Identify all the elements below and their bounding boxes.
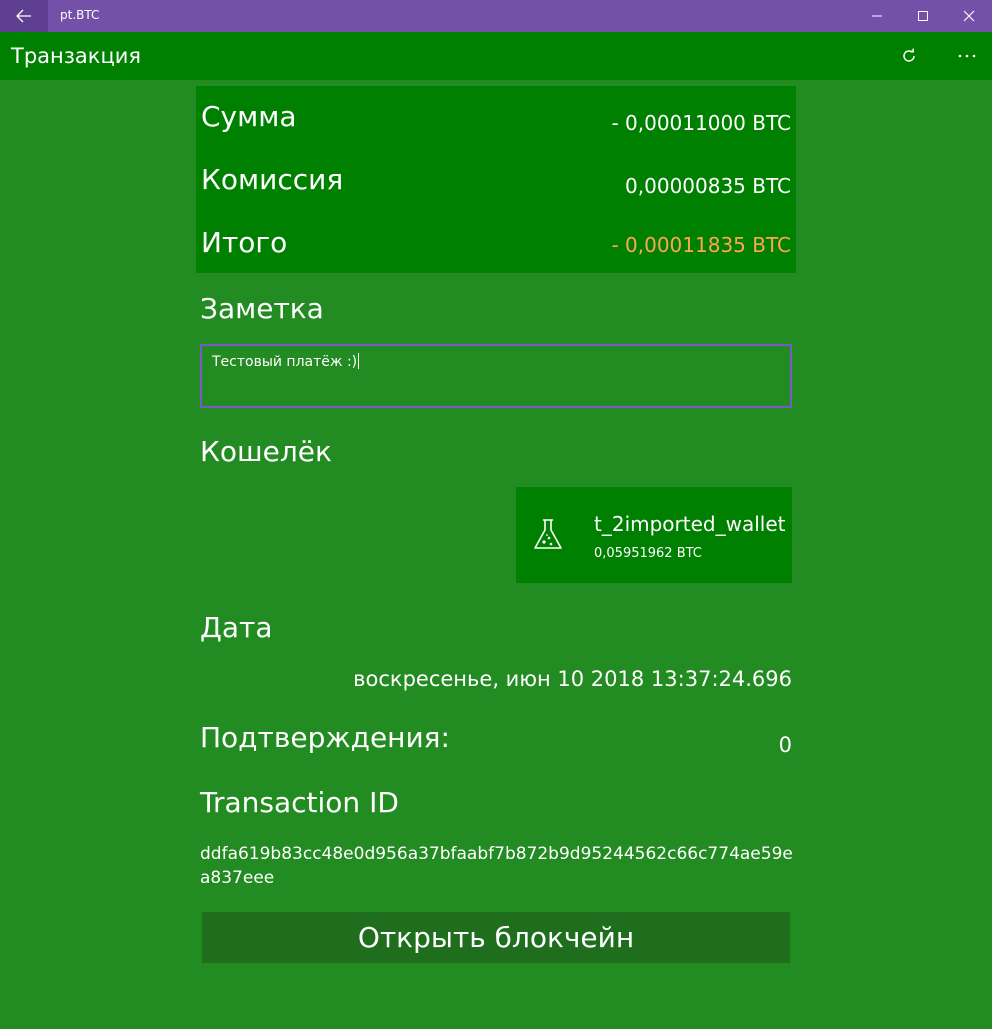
amount-label: Сумма [201,100,297,133]
confirmations-label: Подтверждения: [200,721,450,754]
wallet-balance: 0,05951962 BTC [594,546,702,561]
date-value: воскресенье, июн 10 2018 13:37:24.696 [353,667,792,691]
wallet-tile[interactable]: t_2imported_wallet 0,05951962 BTC [516,487,792,583]
more-options-button[interactable] [950,40,984,72]
open-blockchain-button[interactable]: Открыть блокчейн [202,912,790,963]
note-value: Тестовый платёж :) [212,354,358,370]
text-caret [358,353,360,369]
refresh-button[interactable] [893,40,925,72]
note-input[interactable]: Тестовый платёж :) [200,344,792,408]
app-title: pt.BTC [60,8,100,22]
amount-value: - 0,00011000 BTC [611,111,791,135]
page-title: Транзакция [11,44,142,68]
amount-summary: Сумма - 0,00011000 BTC Комиссия 0,000008… [196,86,796,273]
maximize-icon [918,11,928,21]
close-icon [963,10,975,22]
arrow-left-icon [16,9,31,23]
minimize-button[interactable] [854,0,900,32]
back-button[interactable] [0,0,48,32]
transaction-id-label: Transaction ID [200,786,399,819]
title-bar: pt.BTC [0,0,992,32]
date-label: Дата [200,611,273,644]
confirmations-value: 0 [778,733,792,757]
maximize-button[interactable] [900,0,946,32]
wallet-name: t_2imported_wallet [594,512,786,536]
flask-icon [534,519,562,549]
fee-label: Комиссия [201,163,344,196]
wallet-label: Кошелёк [200,435,332,468]
minimize-icon [872,15,882,17]
close-button[interactable] [946,0,992,32]
command-bar [0,32,992,80]
ellipsis-icon [958,54,976,58]
note-input-text: Тестовый платёж :) [212,353,360,370]
fee-value: 0,00000835 BTC [625,174,791,198]
note-label: Заметка [200,292,324,325]
total-label: Итого [201,226,288,259]
refresh-icon [903,48,915,62]
transaction-id-value: ddfa619b83cc48e0d956a37bfaabf7b872b9d952… [200,844,793,888]
total-value: - 0,00011835 BTC [611,233,791,257]
